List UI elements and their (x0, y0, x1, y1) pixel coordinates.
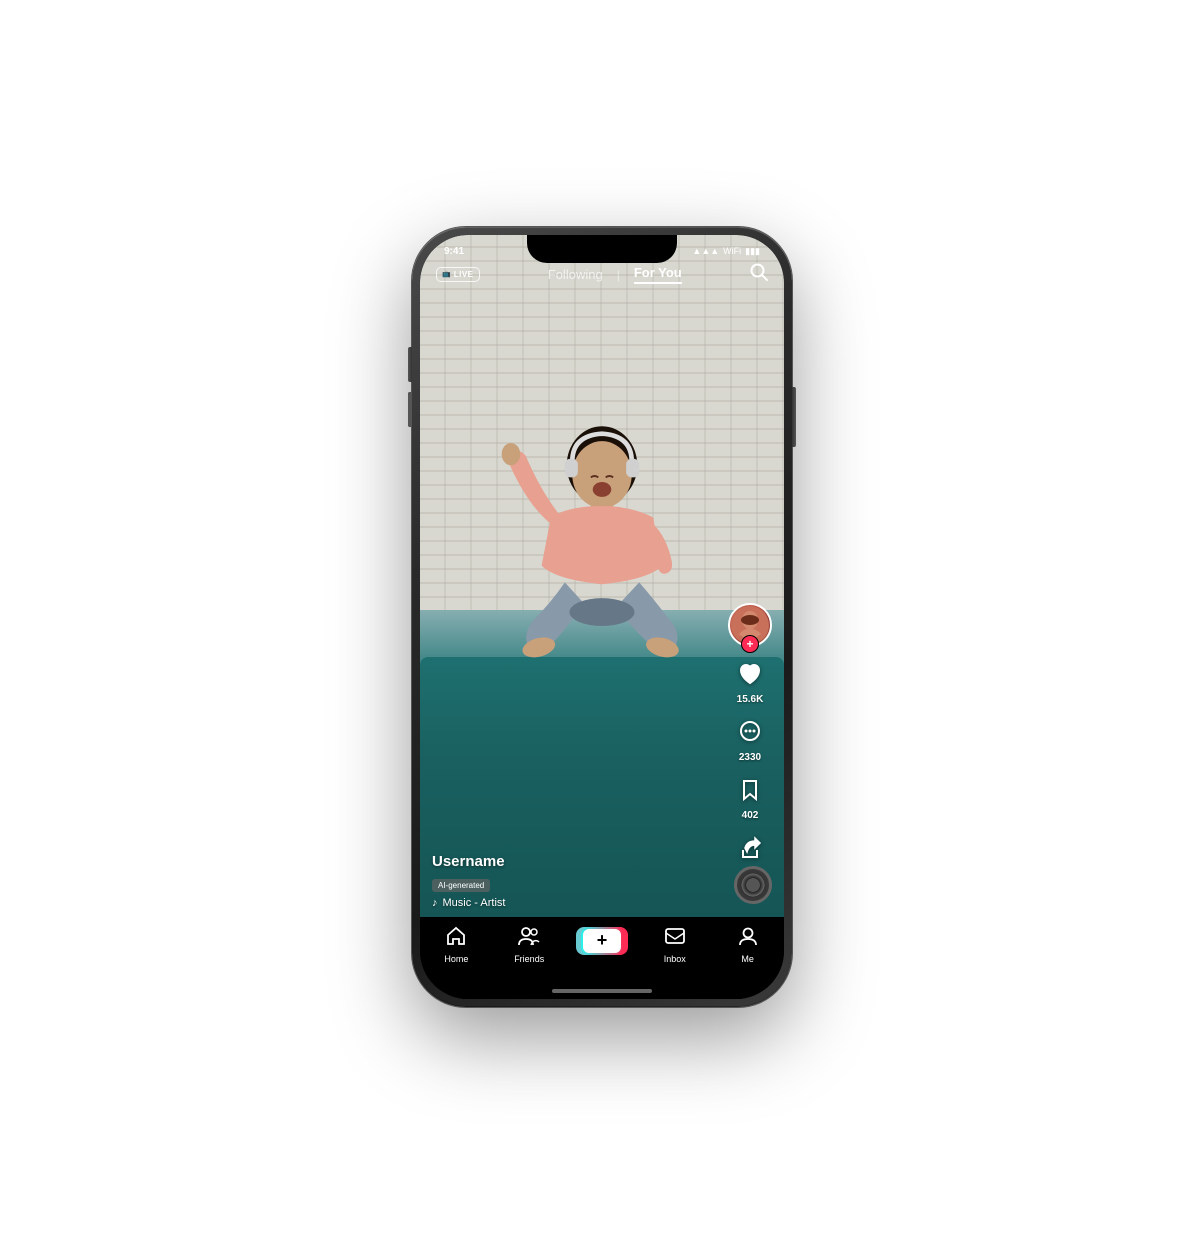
like-count: 15.6K (737, 694, 764, 705)
live-button[interactable]: 📺 LIVE (436, 267, 480, 282)
person-svg (472, 417, 732, 705)
comment-count: 2330 (739, 752, 761, 763)
app-screen: 9:41 ▲▲▲ WiFi ▮▮▮ (420, 235, 784, 999)
follow-plus-icon[interactable]: + (741, 635, 759, 653)
tab-divider: | (617, 268, 620, 282)
following-tab[interactable]: Following (548, 267, 603, 282)
search-icon[interactable] (750, 263, 768, 286)
comment-action[interactable]: 2330 (737, 719, 763, 763)
for-you-tab[interactable]: For You (634, 265, 682, 284)
status-icons: ▲▲▲ WiFi ▮▮▮ (692, 246, 760, 257)
friends-icon (517, 925, 541, 951)
status-bar: 9:41 ▲▲▲ WiFi ▮▮▮ (420, 235, 784, 263)
friends-label: Friends (514, 954, 544, 964)
bookmark-icon (737, 777, 763, 807)
like-action[interactable]: 15.6K (737, 661, 764, 705)
me-icon (737, 925, 759, 951)
signal-icon: ▲▲▲ (692, 246, 719, 256)
live-icon: 📺 (442, 271, 451, 278)
live-label: LIVE (454, 270, 474, 279)
bottom-nav: Home Friends + (420, 917, 784, 999)
share-icon (737, 835, 763, 865)
create-plus-icon: + (583, 929, 621, 953)
phone-frame: 9:41 ▲▲▲ WiFi ▮▮▮ (412, 227, 792, 1007)
music-info[interactable]: ♪ Music - Artist (432, 897, 719, 909)
nav-me[interactable]: Me (711, 925, 784, 964)
person (472, 385, 732, 705)
me-label: Me (741, 954, 754, 964)
music-label: Music - Artist (443, 897, 506, 909)
heart-icon (737, 661, 763, 691)
right-actions: + 15.6K (728, 603, 772, 879)
status-time: 9:41 (444, 246, 464, 257)
wifi-icon: WiFi (723, 246, 741, 256)
create-button[interactable]: + (581, 927, 623, 955)
creator-avatar[interactable]: + (728, 603, 772, 647)
username-label[interactable]: Username (432, 853, 719, 870)
phone-screen: 9:41 ▲▲▲ WiFi ▮▮▮ (420, 235, 784, 999)
home-icon (445, 925, 467, 951)
comment-icon (737, 719, 763, 749)
battery-icon: ▮▮▮ (745, 246, 760, 257)
home-indicator (552, 989, 652, 993)
nav-inbox[interactable]: Inbox (638, 925, 711, 964)
nav-friends[interactable]: Friends (493, 925, 566, 964)
bookmark-action[interactable]: 402 (737, 777, 763, 821)
nav-home[interactable]: Home (420, 925, 493, 964)
bookmark-count: 402 (742, 810, 759, 821)
music-disc (734, 866, 772, 904)
inbox-icon (664, 925, 686, 951)
music-note-icon: ♪ (432, 897, 438, 909)
nav-create[interactable]: + (566, 925, 639, 955)
video-info: Username AI-generated ♪ Music - Artist (432, 853, 719, 909)
ai-badge: AI-generated (432, 879, 490, 892)
inbox-label: Inbox (664, 954, 686, 964)
tab-group: Following | For You (548, 265, 682, 284)
home-label: Home (444, 954, 468, 964)
